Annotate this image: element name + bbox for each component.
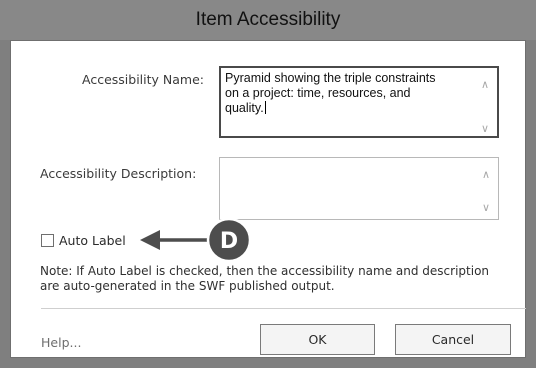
accessibility-description-field[interactable]: ∧ ∨ [219, 157, 499, 220]
window-frame-bottom [0, 358, 536, 368]
ok-button[interactable]: OK [260, 324, 375, 355]
help-link[interactable]: Help... [41, 335, 81, 350]
scroll-down-icon[interactable]: ∨ [479, 123, 491, 134]
accessibility-description-label: Accessibility Description: [40, 166, 197, 181]
window-frame-right [526, 40, 536, 368]
auto-label-note: Note: If Auto Label is checked, then the… [40, 264, 490, 293]
cancel-button[interactable]: Cancel [395, 324, 511, 355]
accessibility-name-value: Pyramid showing the triple constraints o… [225, 71, 436, 115]
text-caret [264, 101, 266, 114]
footer-divider [41, 308, 527, 309]
dialog-window: Item Accessibility Accessibility Name: P… [0, 0, 536, 368]
dialog-title: Item Accessibility [195, 9, 341, 30]
auto-label-text: Auto Label [59, 233, 126, 248]
accessibility-name-field[interactable]: Pyramid showing the triple constraints o… [219, 66, 499, 138]
title-bar[interactable]: Item Accessibility [0, 0, 536, 40]
accessibility-name-text: Pyramid showing the triple constraints o… [225, 71, 461, 116]
dialog-body: Accessibility Name: Pyramid showing the … [10, 40, 527, 358]
scroll-down-icon[interactable]: ∨ [480, 202, 492, 213]
auto-label-checkbox[interactable] [41, 234, 54, 247]
accessibility-name-label: Accessibility Name: [82, 72, 204, 87]
scroll-up-icon[interactable]: ∧ [479, 79, 491, 90]
scroll-up-icon[interactable]: ∧ [480, 169, 492, 180]
